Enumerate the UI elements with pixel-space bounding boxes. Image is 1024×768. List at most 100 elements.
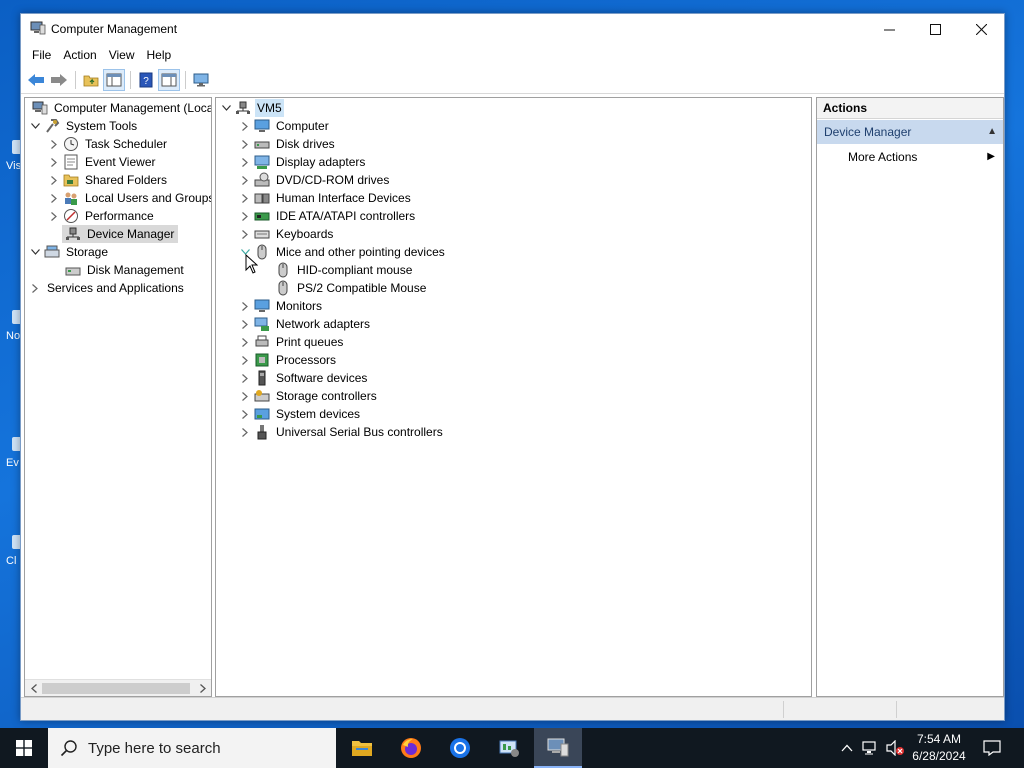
device-category-network-adapters[interactable]: Network adapters bbox=[239, 315, 372, 333]
scroll-right-icon[interactable] bbox=[194, 680, 211, 696]
tree-item-device-manager[interactable]: Device Manager bbox=[62, 225, 179, 243]
device-category-universal-serial-bus-controllers[interactable]: Universal Serial Bus controllers bbox=[239, 423, 445, 441]
tree-item-computer-management[interactable]: Computer Management (Local bbox=[25, 99, 211, 117]
chevron-down-icon[interactable] bbox=[29, 117, 41, 135]
chevron-right-icon[interactable] bbox=[239, 423, 251, 441]
menu-file[interactable]: File bbox=[26, 44, 57, 66]
chevron-right-icon[interactable] bbox=[239, 207, 251, 225]
show-hide-console-tree-button[interactable] bbox=[103, 68, 125, 91]
device-category-storage-controllers[interactable]: Storage controllers bbox=[239, 387, 379, 405]
chevron-right-icon[interactable] bbox=[48, 207, 60, 225]
more-actions-item[interactable]: More Actions ▶ bbox=[817, 146, 1003, 168]
device-category-monitors[interactable]: Monitors bbox=[239, 297, 324, 315]
tree-item-task-scheduler[interactable]: Task Scheduler bbox=[48, 135, 169, 153]
tree-item-local-users-groups[interactable]: Local Users and Groups bbox=[48, 189, 211, 207]
menu-action[interactable]: Action bbox=[57, 44, 102, 66]
menu-view[interactable]: View bbox=[103, 44, 141, 66]
device-category-disk-drives[interactable]: Disk drives bbox=[239, 135, 337, 153]
tree-item-services-applications[interactable]: Services and Applications bbox=[29, 279, 186, 297]
maximize-icon bbox=[929, 23, 941, 35]
horizontal-scrollbar[interactable] bbox=[25, 679, 211, 696]
minimize-button[interactable] bbox=[866, 14, 912, 44]
device-category-system-devices[interactable]: System devices bbox=[239, 405, 362, 423]
desktop-shortcut[interactable]: Vis bbox=[0, 140, 22, 200]
taskbar-firefox[interactable] bbox=[387, 728, 435, 768]
title-bar[interactable]: Computer Management bbox=[21, 14, 1004, 44]
tree-item-system-tools[interactable]: System Tools bbox=[29, 117, 139, 135]
chevron-right-icon[interactable] bbox=[48, 189, 60, 207]
tree-item-disk-management[interactable]: Disk Management bbox=[62, 261, 186, 279]
chevron-right-icon[interactable] bbox=[239, 351, 251, 369]
chevron-right-icon[interactable] bbox=[239, 153, 251, 171]
disk-management-icon bbox=[65, 267, 81, 276]
actions-section-device-manager[interactable]: Device Manager ▲ bbox=[817, 120, 1003, 144]
chevron-right-icon[interactable] bbox=[239, 333, 251, 351]
chevron-down-icon[interactable] bbox=[220, 99, 232, 117]
device-category-human-interface-devices[interactable]: Human Interface Devices bbox=[239, 189, 413, 207]
tree-item-performance[interactable]: Performance bbox=[48, 207, 156, 225]
action-center-button[interactable] bbox=[978, 728, 1006, 768]
chevron-right-icon[interactable] bbox=[48, 153, 60, 171]
chevron-right-icon[interactable] bbox=[239, 297, 251, 315]
desktop-shortcut[interactable]: No bbox=[0, 310, 22, 370]
toolbar-separator bbox=[75, 70, 76, 89]
mouse-icon bbox=[278, 262, 288, 278]
device-tree-root[interactable]: VM5 bbox=[220, 99, 284, 117]
device-category-display-adapters[interactable]: Display adapters bbox=[239, 153, 367, 171]
chevron-right-icon[interactable] bbox=[239, 369, 251, 387]
printer-icon bbox=[255, 335, 269, 347]
chevron-right-icon[interactable] bbox=[239, 405, 251, 423]
chevron-right-icon[interactable] bbox=[29, 279, 41, 297]
taskbar-computer-management[interactable] bbox=[534, 728, 582, 768]
up-one-level-button[interactable] bbox=[80, 69, 102, 91]
taskbar-chrome[interactable] bbox=[436, 728, 484, 768]
taskbar-task-manager[interactable] bbox=[485, 728, 533, 768]
device-category-ide-ata-atapi-controllers[interactable]: IDE ATA/ATAPI controllers bbox=[239, 207, 417, 225]
chevron-right-icon[interactable] bbox=[239, 315, 251, 333]
chevron-right-icon[interactable] bbox=[239, 117, 251, 135]
device-category-mice-and-other-pointing-devices[interactable]: Mice and other pointing devices bbox=[239, 243, 447, 261]
chevron-right-icon[interactable] bbox=[48, 171, 60, 189]
tray-overflow-button[interactable] bbox=[838, 728, 856, 768]
device-category-software-devices[interactable]: Software devices bbox=[239, 369, 369, 387]
chevron-right-icon[interactable] bbox=[48, 135, 60, 153]
tree-item-storage[interactable]: Storage bbox=[29, 243, 110, 261]
back-button[interactable] bbox=[25, 69, 47, 91]
taskbar-search[interactable] bbox=[48, 728, 336, 768]
chevron-right-icon[interactable] bbox=[239, 225, 251, 243]
device-item-mouse[interactable]: PS/2 Compatible Mouse bbox=[272, 279, 428, 297]
tree-item-event-viewer[interactable]: Event Viewer bbox=[48, 153, 157, 171]
maximize-button[interactable] bbox=[912, 14, 958, 44]
help-icon: ? bbox=[139, 72, 153, 87]
tray-network[interactable] bbox=[860, 728, 882, 768]
device-category-dvd-cd-rom-drives[interactable]: DVD/CD-ROM drives bbox=[239, 171, 391, 189]
chevron-right-icon[interactable] bbox=[239, 135, 251, 153]
menu-help[interactable]: Help bbox=[141, 44, 178, 66]
computer-icon bbox=[236, 101, 250, 114]
tray-volume[interactable] bbox=[884, 728, 906, 768]
search-input[interactable] bbox=[88, 739, 308, 757]
device-item-mouse[interactable]: HID-compliant mouse bbox=[272, 261, 414, 279]
chevron-down-icon[interactable] bbox=[29, 243, 41, 261]
system-clock[interactable]: 7:54 AM 6/28/2024 bbox=[905, 731, 973, 765]
chevron-right-icon[interactable] bbox=[239, 189, 251, 207]
properties-button[interactable] bbox=[158, 68, 180, 91]
collapse-triangle-icon[interactable]: ▲ bbox=[987, 120, 997, 144]
scroll-thumb[interactable] bbox=[42, 683, 190, 694]
close-button[interactable] bbox=[958, 14, 1004, 44]
device-category-print-queues[interactable]: Print queues bbox=[239, 333, 345, 351]
chevron-right-icon[interactable] bbox=[239, 171, 251, 189]
taskbar-file-explorer[interactable] bbox=[338, 728, 386, 768]
help-button[interactable]: ? bbox=[135, 69, 157, 91]
tree-item-shared-folders[interactable]: Shared Folders bbox=[48, 171, 169, 189]
device-category-computer[interactable]: Computer bbox=[239, 117, 331, 135]
forward-button[interactable] bbox=[48, 69, 70, 91]
device-category-processors[interactable]: Processors bbox=[239, 351, 338, 369]
scroll-left-icon[interactable] bbox=[25, 680, 42, 696]
chevron-right-icon[interactable] bbox=[239, 387, 251, 405]
desktop-shortcut[interactable]: Cl bbox=[0, 535, 22, 595]
device-category-keyboards[interactable]: Keyboards bbox=[239, 225, 335, 243]
desktop-shortcut[interactable]: Ev bbox=[0, 437, 22, 497]
scan-hardware-button[interactable] bbox=[190, 69, 212, 91]
start-button[interactable] bbox=[0, 728, 48, 768]
